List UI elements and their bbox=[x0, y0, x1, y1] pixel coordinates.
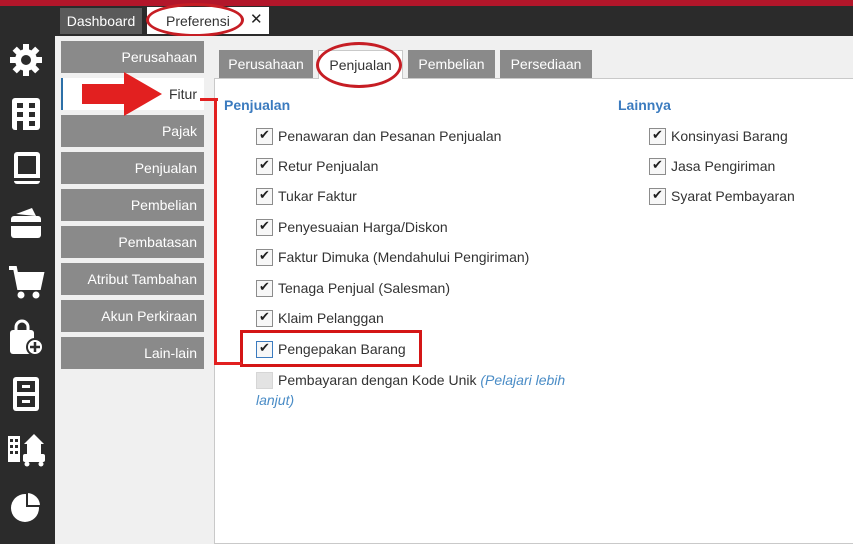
option-label: Konsinyasi Barang bbox=[671, 128, 788, 144]
option-label: Tenaga Penjual (Salesman) bbox=[278, 280, 450, 296]
checkbox[interactable] bbox=[256, 372, 273, 389]
checkbox[interactable] bbox=[256, 309, 273, 327]
option-kode-unik[interactable]: Pembayaran dengan Kode Unik (Pelajari le… bbox=[256, 371, 586, 411]
annotation-ellipse-penjualan bbox=[316, 42, 402, 88]
section-title-penjualan: Penjualan bbox=[224, 97, 291, 113]
nav-lain-lain[interactable]: Lain-lain bbox=[61, 337, 204, 369]
brand-accent-strip bbox=[0, 0, 853, 6]
icon-sidebar bbox=[0, 36, 55, 544]
annotation-connector-vertical bbox=[214, 98, 217, 364]
book-icon[interactable] bbox=[6, 148, 46, 188]
option-label: Pembayaran dengan Kode Unik (Pelajari le… bbox=[278, 372, 565, 388]
annotation-ellipse-preferensi bbox=[146, 3, 244, 37]
annotation-box-pengepakan bbox=[240, 330, 422, 367]
option-label: Penyesuaian Harga/Diskon bbox=[278, 219, 448, 235]
subtab-pembelian[interactable]: Pembelian bbox=[408, 50, 495, 78]
nav-pajak[interactable]: Pajak bbox=[61, 115, 204, 147]
store-icon[interactable] bbox=[6, 428, 46, 468]
cart-icon[interactable] bbox=[6, 262, 46, 302]
nav-atribut-tambahan[interactable]: Atribut Tambahan bbox=[61, 263, 204, 295]
learn-more-link-cont[interactable]: lanjut) bbox=[256, 392, 294, 408]
bag-add-icon[interactable] bbox=[6, 318, 46, 358]
cabinet-icon[interactable] bbox=[6, 374, 46, 414]
building-icon[interactable] bbox=[6, 94, 46, 134]
checkbox[interactable] bbox=[649, 127, 666, 145]
nav-pembelian[interactable]: Pembelian bbox=[61, 189, 204, 221]
option-label: Syarat Pembayaran bbox=[671, 188, 795, 204]
checkbox[interactable] bbox=[256, 187, 273, 205]
subtab-persediaan[interactable]: Persediaan bbox=[500, 50, 592, 78]
annotation-arrow-icon bbox=[82, 72, 162, 116]
learn-more-link[interactable]: (Pelajari lebih bbox=[480, 372, 565, 388]
option-label: Retur Penjualan bbox=[278, 158, 379, 174]
checkbox[interactable] bbox=[256, 279, 273, 297]
checkbox[interactable] bbox=[256, 218, 273, 236]
gear-icon[interactable] bbox=[6, 40, 46, 80]
pie-chart-icon[interactable] bbox=[6, 486, 46, 526]
option-label: Klaim Pelanggan bbox=[278, 310, 384, 326]
subtab-perusahaan[interactable]: Perusahaan bbox=[219, 50, 313, 78]
kode-unik-label: Pembayaran dengan Kode Unik bbox=[278, 372, 477, 388]
checkbox[interactable] bbox=[256, 127, 273, 145]
option-label: Penawaran dan Pesanan Penjualan bbox=[278, 128, 502, 144]
nav-penjualan[interactable]: Penjualan bbox=[61, 152, 204, 184]
checkbox[interactable] bbox=[256, 248, 273, 266]
option-label: Jasa Pengiriman bbox=[671, 158, 776, 174]
option-label: Faktur Dimuka (Mendahului Pengiriman) bbox=[278, 249, 530, 265]
checkbox[interactable] bbox=[256, 157, 273, 175]
checkbox[interactable] bbox=[649, 187, 666, 205]
nav-akun-perkiraan[interactable]: Akun Perkiraan bbox=[61, 300, 204, 332]
section-title-lainnya: Lainnya bbox=[618, 97, 671, 113]
annotation-connector-bottom bbox=[214, 362, 242, 365]
nav-perusahaan[interactable]: Perusahaan bbox=[61, 41, 204, 73]
tab-dashboard[interactable]: Dashboard bbox=[60, 8, 142, 34]
checkbox[interactable] bbox=[649, 157, 666, 175]
nav-pembatasan[interactable]: Pembatasan bbox=[61, 226, 204, 258]
close-icon[interactable]: ✕ bbox=[250, 7, 263, 33]
option-label: Tukar Faktur bbox=[278, 188, 357, 204]
wallet-icon[interactable] bbox=[6, 204, 46, 244]
